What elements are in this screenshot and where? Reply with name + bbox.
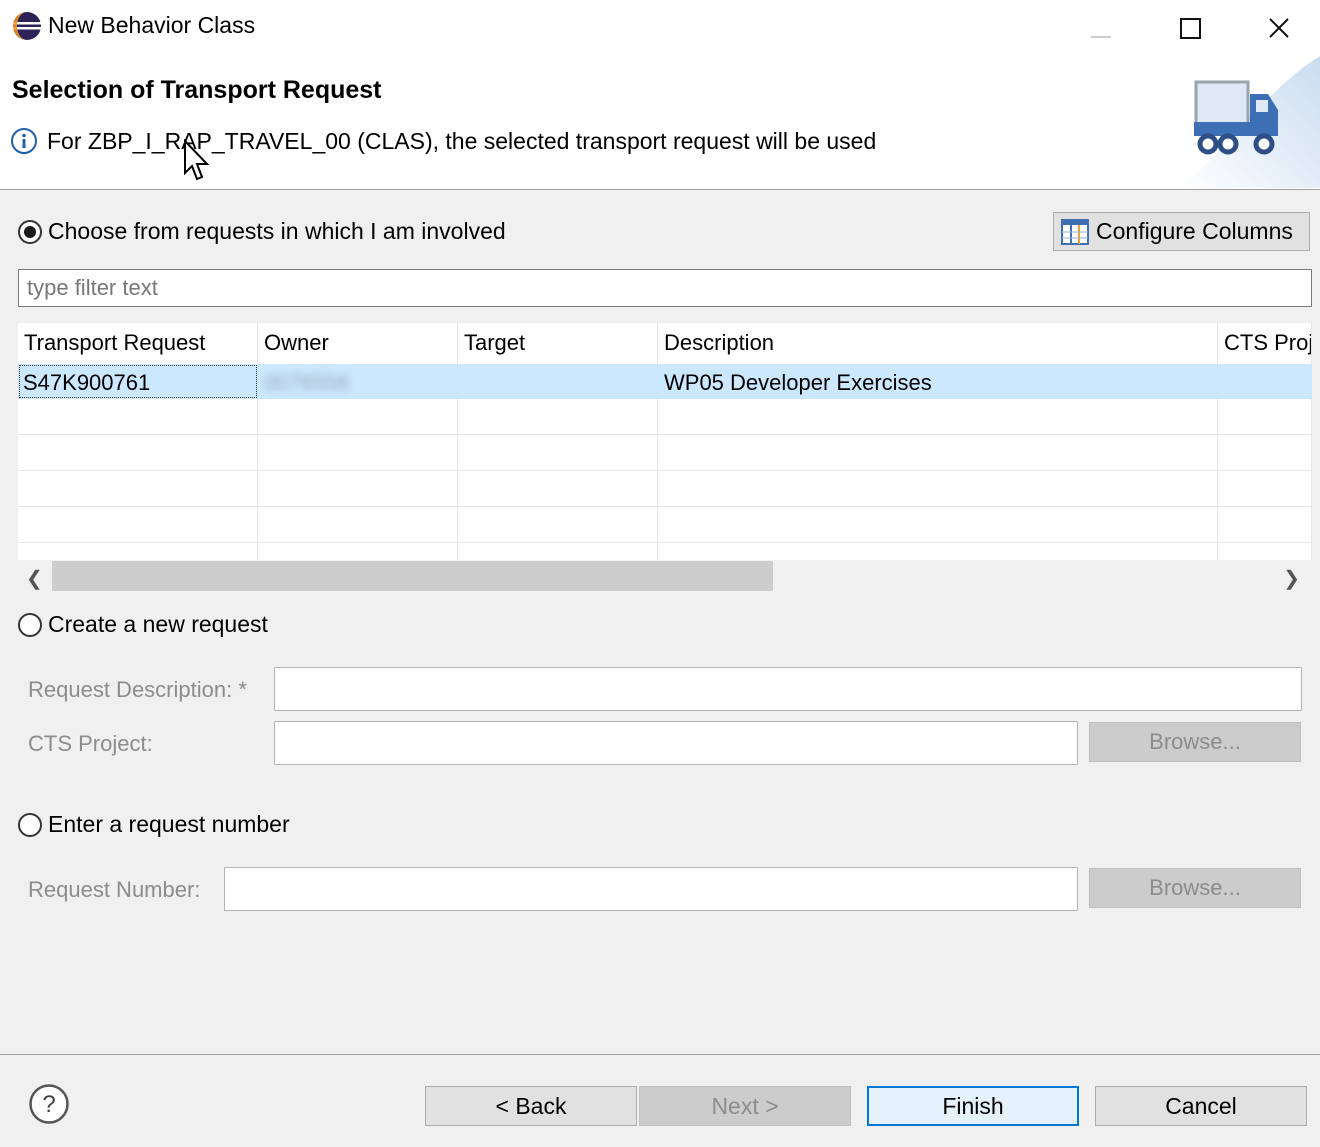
filter-placeholder: type filter text bbox=[27, 275, 158, 300]
empty-cell bbox=[458, 435, 658, 470]
request-number-label: Request Number: bbox=[28, 877, 201, 902]
empty-cell bbox=[18, 471, 258, 506]
eclipse-icon bbox=[13, 12, 41, 40]
scroll-left-icon[interactable]: ❮ bbox=[26, 566, 43, 591]
empty-cell bbox=[1218, 471, 1312, 506]
empty-cell bbox=[658, 471, 1218, 506]
filter-input[interactable]: type filter text bbox=[18, 269, 1312, 307]
empty-table-row bbox=[18, 399, 1312, 435]
empty-cell bbox=[458, 471, 658, 506]
empty-cell bbox=[258, 399, 458, 434]
cell-cts-project bbox=[1218, 364, 1312, 399]
window-title: New Behavior Class bbox=[48, 12, 256, 38]
cell-target bbox=[458, 364, 658, 399]
radio-button-selected[interactable] bbox=[18, 219, 42, 244]
transport-request-table[interactable]: Transport Request Owner Target Descripti… bbox=[18, 323, 1312, 560]
close-icon bbox=[1269, 18, 1289, 38]
empty-cell bbox=[18, 543, 258, 560]
scrollbar-thumb[interactable] bbox=[52, 561, 773, 591]
empty-cell bbox=[258, 471, 458, 506]
minimize-icon bbox=[1091, 36, 1111, 38]
table-row[interactable]: S47K900761 0076556 WP05 Developer Exerci… bbox=[18, 364, 1312, 399]
empty-table-row bbox=[18, 543, 1312, 560]
next-button[interactable]: Next > bbox=[639, 1086, 851, 1126]
back-label: < Back bbox=[495, 1092, 567, 1119]
column-header-target[interactable]: Target bbox=[458, 323, 658, 364]
info-icon bbox=[11, 128, 37, 154]
cts-project-browse-button[interactable]: Browse... bbox=[1089, 722, 1301, 762]
empty-cell bbox=[658, 507, 1218, 542]
radio-button[interactable] bbox=[18, 812, 42, 837]
request-description-field[interactable] bbox=[274, 667, 1302, 711]
request-description-label: Request Description: * bbox=[28, 677, 247, 702]
empty-cell bbox=[658, 435, 1218, 470]
empty-cell bbox=[1218, 507, 1312, 542]
column-header-transport-request[interactable]: Transport Request bbox=[18, 323, 258, 364]
cts-project-label: CTS Project: bbox=[28, 731, 153, 756]
radio-choose-involved[interactable]: Choose from requests in which I am invol… bbox=[18, 218, 506, 245]
empty-cell bbox=[258, 543, 458, 560]
svg-text:?: ? bbox=[42, 1091, 55, 1118]
configure-columns-label: Configure Columns bbox=[1096, 218, 1293, 244]
empty-cell bbox=[258, 507, 458, 542]
empty-cell bbox=[258, 435, 458, 470]
radio-label: Choose from requests in which I am invol… bbox=[48, 218, 506, 244]
empty-cell bbox=[1218, 435, 1312, 470]
minimize-button[interactable] bbox=[1056, 4, 1146, 52]
empty-cell bbox=[18, 507, 258, 542]
cancel-label: Cancel bbox=[1165, 1092, 1237, 1119]
radio-button[interactable] bbox=[18, 612, 42, 637]
cell-transport-request[interactable]: S47K900761 bbox=[18, 364, 258, 399]
column-header-owner[interactable]: Owner bbox=[258, 323, 458, 364]
next-label: Next > bbox=[711, 1092, 779, 1119]
empty-cell bbox=[458, 399, 658, 434]
radio-label: Create a new request bbox=[48, 611, 268, 637]
empty-cell bbox=[458, 507, 658, 542]
empty-cell bbox=[658, 399, 1218, 434]
empty-table-row bbox=[18, 435, 1312, 471]
cancel-button[interactable]: Cancel bbox=[1095, 1086, 1307, 1126]
empty-cell bbox=[1218, 543, 1312, 560]
title-bar: New Behavior Class bbox=[0, 0, 1320, 56]
maximize-icon bbox=[1180, 18, 1201, 39]
help-icon[interactable]: ? bbox=[28, 1083, 70, 1125]
cell-description: WP05 Developer Exercises bbox=[664, 370, 932, 395]
cell-owner-value: 0076556 bbox=[264, 370, 350, 395]
browse-label: Browse... bbox=[1149, 729, 1241, 754]
request-number-browse-button[interactable]: Browse... bbox=[1089, 868, 1301, 908]
browse-label: Browse... bbox=[1149, 875, 1241, 900]
maximize-button[interactable] bbox=[1146, 4, 1236, 52]
banner-message: For ZBP_I_RAP_TRAVEL_00 (CLAS), the sele… bbox=[47, 128, 877, 154]
page-title: Selection of Transport Request bbox=[12, 76, 382, 104]
mouse-cursor-icon bbox=[184, 139, 210, 181]
empty-cell bbox=[658, 543, 1218, 560]
footer-separator bbox=[0, 1054, 1320, 1055]
empty-table-row bbox=[18, 471, 1312, 507]
scroll-right-icon[interactable]: ❯ bbox=[1283, 566, 1300, 591]
empty-cell bbox=[18, 435, 258, 470]
table-columns-icon bbox=[1061, 218, 1089, 245]
back-button[interactable]: < Back bbox=[425, 1086, 637, 1126]
finish-label: Finish bbox=[942, 1092, 1004, 1119]
column-header-cts-project[interactable]: CTS Proj bbox=[1218, 323, 1312, 364]
empty-cell bbox=[458, 543, 658, 560]
configure-columns-button[interactable]: Configure Columns bbox=[1053, 212, 1310, 251]
transport-truck-icon bbox=[1180, 56, 1320, 188]
finish-button[interactable]: Finish bbox=[867, 1086, 1079, 1126]
empty-cell bbox=[1218, 399, 1312, 434]
table-header: Transport Request Owner Target Descripti… bbox=[18, 323, 1312, 364]
empty-table-row bbox=[18, 507, 1312, 543]
empty-cell bbox=[18, 399, 258, 434]
radio-create-new-request[interactable]: Create a new request bbox=[18, 611, 268, 638]
column-header-description[interactable]: Description bbox=[658, 323, 1218, 364]
cell-owner: 0076556 bbox=[258, 364, 458, 399]
cts-project-field[interactable] bbox=[274, 721, 1078, 765]
radio-label: Enter a request number bbox=[48, 811, 290, 837]
radio-enter-request-number[interactable]: Enter a request number bbox=[18, 811, 290, 838]
request-number-field[interactable] bbox=[224, 867, 1078, 911]
close-button[interactable] bbox=[1238, 4, 1320, 52]
horizontal-scrollbar[interactable]: ❮ ❯ bbox=[18, 560, 1312, 592]
